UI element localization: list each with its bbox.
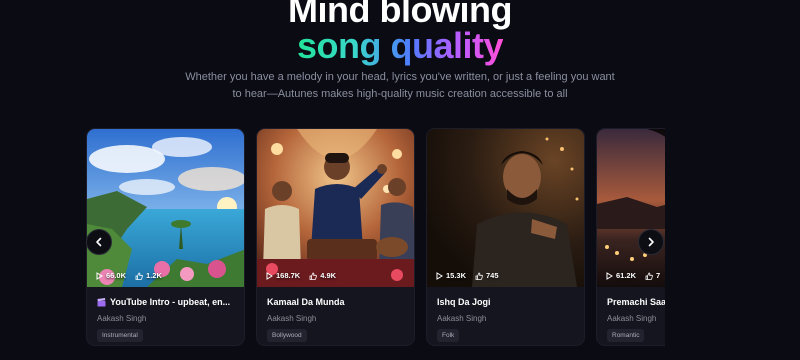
chevron-left-icon: [96, 237, 102, 247]
song-title[interactable]: Kamaal Da Munda: [267, 297, 404, 307]
genre-tag[interactable]: Bollywood: [267, 329, 307, 342]
like-count-value: 4.9K: [320, 271, 337, 280]
artist-name[interactable]: Aakash Singh: [97, 314, 234, 323]
play-icon: [96, 271, 103, 280]
genre-tag[interactable]: Folk: [437, 329, 460, 342]
genre-tag[interactable]: Instrumental: [97, 329, 143, 342]
genre-tag[interactable]: Romantic: [607, 329, 645, 342]
play-count: 61.2K: [605, 271, 636, 280]
carousel-prev-button[interactable]: [86, 229, 112, 255]
play-icon: [606, 271, 613, 280]
song-cover-image: 66.0K 1.2K: [87, 129, 244, 287]
song-title-text: YouTube Intro - upbeat, en...: [110, 297, 231, 307]
song-cover-image: 61.2K 7: [597, 129, 665, 287]
clapperboard-icon: [97, 297, 106, 306]
thumbs-up-icon: [475, 272, 483, 280]
chevron-right-icon: [648, 237, 654, 247]
play-count: 15.3K: [435, 271, 466, 280]
play-count-value: 66.0K: [106, 271, 127, 280]
song-title[interactable]: Premachi Saa: [607, 297, 665, 307]
like-count-value: 7: [656, 271, 661, 280]
carousel-track: 66.0K 1.2K YouTube Intro - upbeat, en...: [86, 128, 665, 346]
play-icon: [266, 271, 273, 280]
song-stats: 66.0K 1.2K: [95, 271, 162, 280]
thumbs-up-icon: [645, 272, 653, 280]
play-count: 66.0K: [95, 271, 126, 280]
like-count-value: 1.2K: [146, 271, 162, 280]
song-cover-image: 168.7K 4.9K: [257, 129, 414, 287]
artist-name[interactable]: Aakash Singh: [437, 314, 574, 323]
like-count: 7: [645, 271, 660, 280]
like-count: 1.2K: [135, 271, 162, 280]
like-count-value: 745: [486, 271, 499, 280]
song-title[interactable]: Ishq Da Jogi: [437, 297, 574, 307]
song-title-text: Ishq Da Jogi: [437, 297, 491, 307]
play-count-value: 15.3K: [446, 271, 467, 280]
song-cover-image: 15.3K 745: [427, 129, 584, 287]
play-icon: [436, 271, 443, 280]
hero-title-line2: song quality: [0, 26, 800, 66]
song-card[interactable]: 15.3K 745 Ishq Da Jogi Aakash Singh Folk: [426, 128, 585, 346]
play-count-value: 61.2K: [616, 271, 637, 280]
artist-name[interactable]: Aakash Singh: [267, 314, 404, 323]
song-stats: 168.7K 4.9K: [265, 271, 336, 280]
play-count-value: 168.7K: [276, 271, 301, 280]
thumbs-up-icon: [309, 272, 318, 280]
song-title-text: Premachi Saa: [607, 297, 665, 307]
gradient-title-text: song quality: [296, 25, 504, 66]
play-count: 168.7K: [265, 271, 300, 280]
carousel-next-button[interactable]: [638, 229, 664, 255]
song-stats: 15.3K 745: [435, 271, 499, 280]
song-title[interactable]: YouTube Intro - upbeat, en...: [97, 297, 234, 307]
like-count: 745: [475, 271, 499, 280]
hero-subtitle: Whether you have a melody in your head, …: [185, 71, 615, 100]
song-carousel: 66.0K 1.2K YouTube Intro - upbeat, en...: [86, 128, 665, 346]
artist-name[interactable]: Aakash Singh: [607, 314, 665, 323]
song-stats: 61.2K 7: [605, 271, 660, 280]
thumbs-up-icon: [135, 272, 143, 280]
song-card[interactable]: 168.7K 4.9K Kamaal Da Munda Aakash Singh…: [256, 128, 415, 346]
song-title-text: Kamaal Da Munda: [267, 297, 345, 307]
like-count: 4.9K: [309, 271, 336, 280]
